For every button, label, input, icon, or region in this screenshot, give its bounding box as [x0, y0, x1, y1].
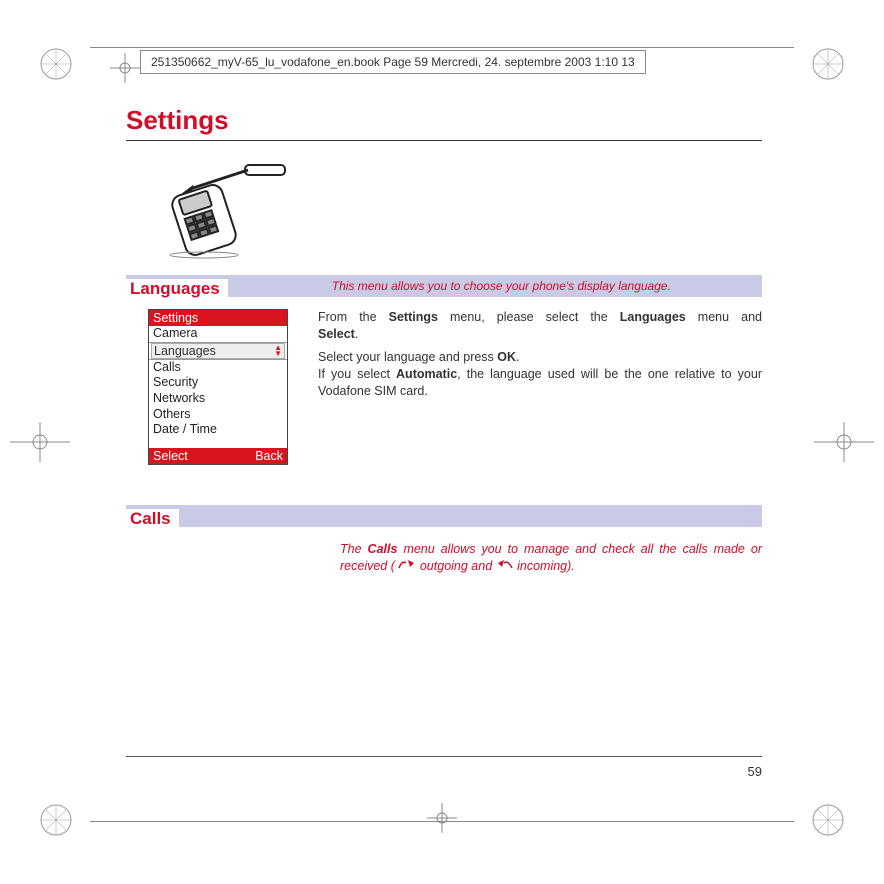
phone-screwdriver-illustration-icon [150, 159, 300, 259]
section-label-languages: Languages [126, 279, 228, 300]
crop-mark-left-icon [10, 422, 70, 462]
header-rule [90, 47, 794, 48]
section-desc-languages: This menu allows you to choose your phon… [328, 275, 762, 297]
phone-menu-item: Camera [149, 326, 287, 342]
phone-menu-item: Networks [149, 391, 287, 407]
title-rule [126, 140, 762, 141]
phone-menu-title: Settings [149, 310, 287, 326]
crop-mark-right-icon [814, 422, 874, 462]
chevron-up-down-icon: ▲▼ [274, 345, 282, 357]
phone-menu-item: Date / Time [149, 422, 287, 438]
page-title: Settings [126, 105, 762, 136]
softkey-left: Select [153, 449, 188, 463]
header-text: 251350662_myV-65_lu_vodafone_en.book Pag… [140, 50, 646, 74]
softkey-right: Back [255, 449, 283, 463]
footer-rule [126, 756, 762, 757]
phone-menu-item-label: Languages [154, 344, 216, 358]
phone-menu-item-highlighted: Languages ▲▼ [151, 343, 285, 359]
crop-mark-bottom-icon [427, 803, 457, 838]
phone-menu-mock: Settings Camera Languages ▲▼ Calls Secur… [148, 309, 288, 465]
registration-mark-bottom-right-icon [810, 802, 846, 838]
phone-menu-item: Others [149, 407, 287, 423]
phone-menu-item: Calls [149, 360, 287, 376]
section-banner-languages: Languages This menu allows you to choose… [126, 275, 762, 297]
section-banner-calls: Calls [126, 505, 762, 527]
section-label-calls: Calls [126, 509, 179, 530]
page: 251350662_myV-65_lu_vodafone_en.book Pag… [0, 0, 884, 884]
calls-description: The Calls menu allows you to manage and … [340, 541, 762, 575]
page-number: 59 [748, 764, 762, 779]
languages-row: Settings Camera Languages ▲▼ Calls Secur… [126, 309, 762, 465]
registration-mark-top-left-icon [38, 46, 74, 82]
registration-mark-top-right-icon [810, 46, 846, 82]
languages-body-text: From the Settings menu, please select th… [318, 309, 762, 465]
incoming-call-icon [496, 558, 514, 575]
outgoing-call-icon [398, 558, 416, 575]
crop-mark-header-icon [110, 53, 140, 88]
phone-menu-item: Security [149, 375, 287, 391]
phone-menu-softkeys: Select Back [149, 448, 287, 464]
content-area: Settings [126, 105, 762, 785]
registration-mark-bottom-left-icon [38, 802, 74, 838]
